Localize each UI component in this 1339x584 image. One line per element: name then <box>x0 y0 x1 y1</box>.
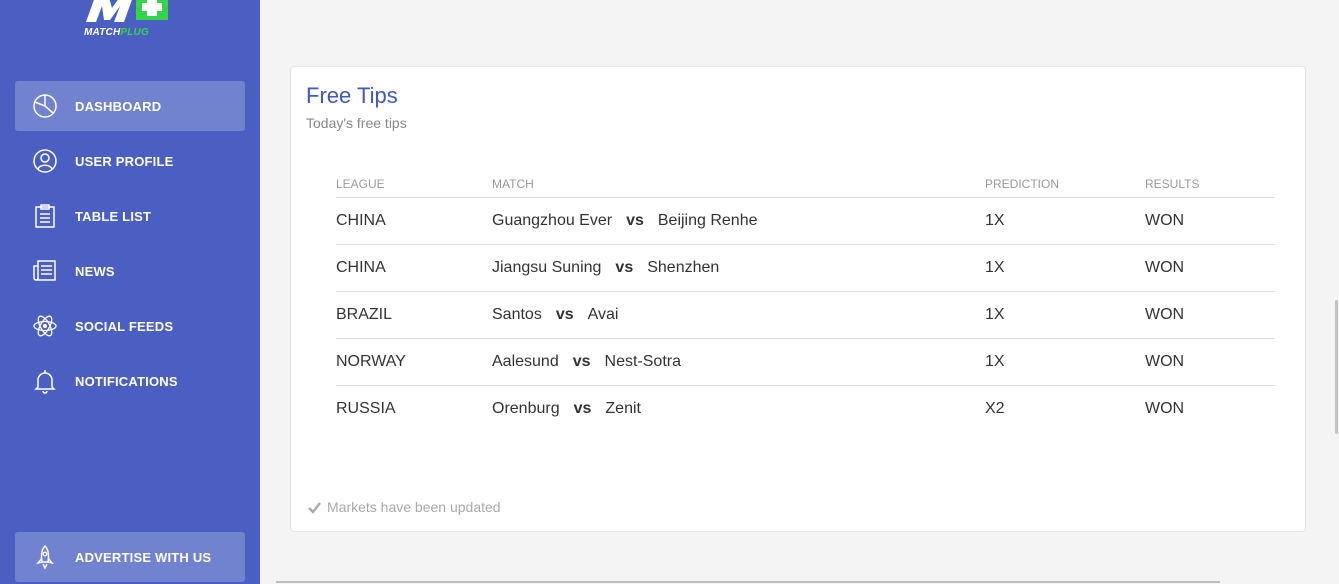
result-cell: WON <box>1145 291 1275 339</box>
column-header-prediction: PREDICTION <box>985 171 1145 198</box>
tips-table: LEAGUE MATCH PREDICTION RESULTS CHINA Gu… <box>336 171 1275 432</box>
sidebar-item-label: NEWS <box>75 263 115 279</box>
check-icon <box>308 501 321 514</box>
rocket-icon <box>31 543 59 571</box>
vs-label: vs <box>572 353 591 370</box>
free-tips-card: Free Tips Today's free tips LEAGUE MATCH… <box>290 66 1306 532</box>
table-row: CHINA Guangzhou Ever vs Beijing Renhe 1X W… <box>336 197 1275 245</box>
league-cell: BRAZIL <box>336 291 492 339</box>
atom-icon <box>31 312 59 340</box>
vs-label: vs <box>573 400 592 417</box>
match-cell: Santos vs Avai <box>492 291 985 339</box>
card-subtitle: Today's free tips <box>306 115 407 131</box>
clipboard-icon <box>31 202 59 230</box>
card-title: Free Tips <box>306 83 398 108</box>
away-team: Zenit <box>605 400 641 417</box>
prediction-cell: 1X <box>985 338 1145 386</box>
advertise-label: ADVERTISE WITH US <box>75 549 212 565</box>
sidebar-item-user-profile[interactable]: USER PROFILE <box>15 136 245 186</box>
sidebar-item-label: USER PROFILE <box>75 153 174 169</box>
prediction-cell: 1X <box>985 197 1145 245</box>
sidebar-nav: DASHBOARD USER PROFILE TABLE LIST NEWS S… <box>15 81 245 411</box>
logo-icon <box>86 0 168 22</box>
card-footer: Markets have been updated <box>308 499 501 515</box>
sidebar-item-label: NOTIFICATIONS <box>75 373 178 389</box>
league-cell: CHINA <box>336 197 492 245</box>
table-row: RUSSIA Orenburg vs Zenit X2 WON <box>336 386 1275 433</box>
sidebar: MATCHPLUG DASHBOARD USER PROFILE TABLE L… <box>0 0 260 584</box>
prediction-cell: 1X <box>985 291 1145 339</box>
pie-chart-icon <box>31 92 59 120</box>
advertise-button[interactable]: ADVERTISE WITH US <box>15 532 245 582</box>
prediction-cell: X2 <box>985 400 1005 417</box>
sidebar-item-label: SOCIAL FEEDS <box>75 318 174 334</box>
league-cell: RUSSIA <box>336 400 396 417</box>
column-header-league: LEAGUE <box>336 171 492 198</box>
newspaper-icon <box>31 257 59 285</box>
match-cell: Orenburg vs Zenit <box>492 386 985 433</box>
table-row: NORWAY Aalesund vs Nest-Sotra 1X WON <box>336 338 1275 386</box>
sidebar-item-dashboard[interactable]: DASHBOARD <box>15 81 245 131</box>
table-header-row: LEAGUE MATCH PREDICTION RESULTS <box>336 171 1275 198</box>
vs-label: vs <box>555 306 574 323</box>
user-icon <box>31 147 59 175</box>
away-team: Nest-Sotra <box>604 353 681 370</box>
divider <box>276 581 1220 583</box>
home-team: Guangzhou Ever <box>492 212 613 229</box>
result-cell: WON <box>1145 244 1275 292</box>
vs-label: vs <box>615 259 634 276</box>
vs-label: vs <box>626 212 644 229</box>
home-team: Jiangsu Suning <box>492 259 602 276</box>
home-team: Aalesund <box>492 353 559 370</box>
brand-name: MATCHPLUG <box>84 27 149 38</box>
column-header-results: RESULTS <box>1145 171 1275 198</box>
sidebar-item-label: DASHBOARD <box>75 98 162 114</box>
result-cell: WON <box>1145 197 1275 245</box>
bell-icon <box>31 367 59 395</box>
match-cell: Aalesund vs Nest-Sotra <box>492 338 985 386</box>
sidebar-item-news[interactable]: NEWS <box>15 246 245 296</box>
footer-status-text: Markets have been updated <box>327 499 501 515</box>
away-team: Shenzhen <box>647 259 720 276</box>
result-cell: WON <box>1145 338 1275 386</box>
away-team: Beijing Renhe <box>657 212 758 229</box>
main-content: Free Tips Today's free tips LEAGUE MATCH… <box>260 0 1339 584</box>
sidebar-item-notifications[interactable]: NOTIFICATIONS <box>15 356 245 406</box>
table-row: BRAZIL Santos vs Avai 1X WON <box>336 291 1275 339</box>
scrollbar-thumb[interactable] <box>1335 300 1338 434</box>
league-cell: NORWAY <box>336 338 492 386</box>
match-cell: Guangzhou Ever vs Beijing Renhe <box>492 197 985 245</box>
match-cell: Jiangsu Suning vs Shenzhen <box>492 244 985 292</box>
table-row: CHINA Jiangsu Suning vs Shenzhen 1X WON <box>336 244 1275 292</box>
sidebar-item-social-feeds[interactable]: SOCIAL FEEDS <box>15 301 245 351</box>
home-team: Santos <box>492 306 542 323</box>
scrollbar[interactable] <box>1335 0 1339 584</box>
league-cell: CHINA <box>336 244 492 292</box>
away-team: Avai <box>587 306 619 323</box>
logo[interactable]: MATCHPLUG <box>84 0 174 44</box>
column-header-match: MATCH <box>492 171 985 198</box>
home-team: Orenburg <box>492 400 560 417</box>
sidebar-item-label: TABLE LIST <box>75 208 152 224</box>
prediction-cell: 1X <box>985 244 1145 292</box>
sidebar-item-table-list[interactable]: TABLE LIST <box>15 191 245 241</box>
result-cell: WON <box>1145 400 1185 417</box>
